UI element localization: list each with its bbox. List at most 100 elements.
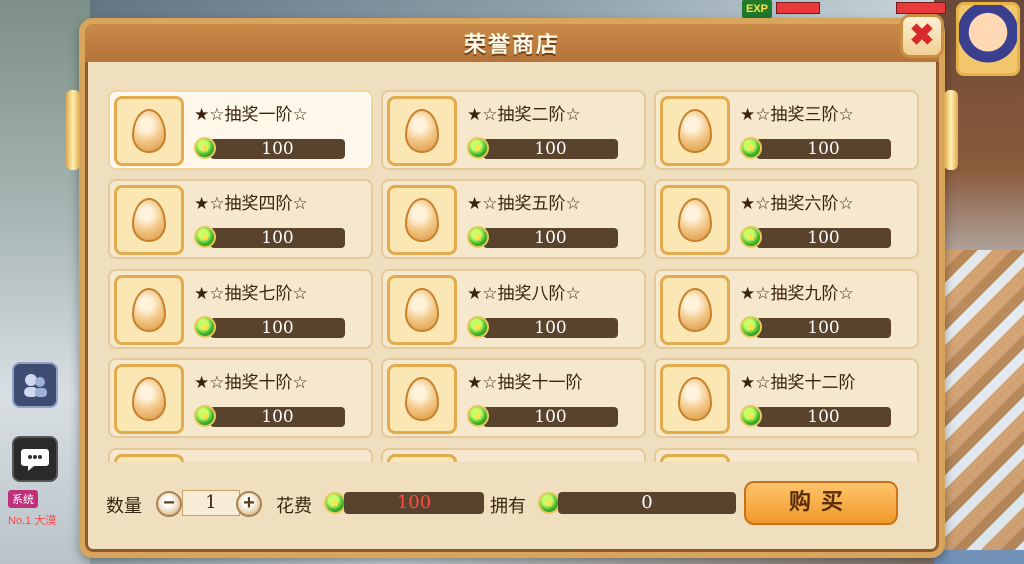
item-price: 100: [483, 228, 618, 248]
honor-gem-icon: ★: [740, 405, 762, 427]
increase-button[interactable]: +: [236, 491, 262, 517]
shop-item[interactable]: ★☆抽奖五阶☆ 100 ★: [381, 179, 646, 259]
item-price: 100: [483, 318, 618, 338]
item-name: ★☆抽奖六阶☆: [740, 194, 854, 214]
friends-button[interactable]: [12, 362, 58, 408]
item-thumbnail: [114, 364, 184, 434]
item-grid: ★☆抽奖一阶☆ 100 ★ ★☆抽奖二阶☆ 100 ★ ★☆抽奖三阶☆ 100 …: [108, 90, 920, 462]
egg-icon: [132, 109, 166, 153]
item-name: ★☆抽奖五阶☆: [467, 194, 581, 214]
honor-gem-icon: ★: [467, 226, 489, 248]
owned-label: 拥有: [490, 496, 526, 517]
item-thumbnail: [114, 275, 184, 345]
item-name: ★☆抽奖一阶☆: [194, 105, 308, 125]
honor-gem-icon: ★: [324, 492, 346, 514]
item-thumbnail: [387, 96, 457, 166]
item-thumbnail: [387, 185, 457, 255]
item-thumbnail: [114, 454, 184, 462]
item-name: ★☆抽奖九阶☆: [740, 284, 854, 304]
honor-gem-icon: ★: [194, 405, 216, 427]
shop-item[interactable]: ★☆抽奖七阶☆ 100 ★: [108, 269, 373, 349]
right-ornament: [944, 90, 958, 170]
honor-gem-icon: ★: [467, 137, 489, 159]
chat-bubble-icon: [21, 449, 49, 471]
honor-gem-icon: ★: [538, 492, 560, 514]
item-name: ★☆抽奖七阶☆: [194, 284, 308, 304]
item-name: ★☆抽奖十阶☆: [194, 373, 308, 393]
item-thumbnail: [387, 364, 457, 434]
background-roof: [944, 250, 1024, 550]
exp-badge: EXP: [742, 0, 772, 18]
shop-item[interactable]: ★☆抽奖八阶☆ 100 ★: [381, 269, 646, 349]
honor-gem-icon: ★: [740, 137, 762, 159]
shop-item[interactable]: [108, 448, 373, 462]
item-price: 100: [210, 318, 345, 338]
item-name: ★☆抽奖四阶☆: [194, 194, 308, 214]
item-thumbnail: [660, 185, 730, 255]
egg-icon: [678, 109, 712, 153]
decrease-button[interactable]: −: [156, 491, 182, 517]
egg-icon: [132, 198, 166, 242]
item-price: 100: [210, 228, 345, 248]
item-price: 100: [483, 407, 618, 427]
egg-icon: [132, 377, 166, 421]
egg-icon: [405, 288, 439, 332]
egg-icon: [405, 198, 439, 242]
egg-icon: [678, 288, 712, 332]
shop-item[interactable]: ★☆抽奖四阶☆ 100 ★: [108, 179, 373, 259]
item-name: ★☆抽奖三阶☆: [740, 105, 854, 125]
chat-button[interactable]: [12, 436, 58, 482]
shop-item[interactable]: ★☆抽奖二阶☆ 100 ★: [381, 90, 646, 170]
close-icon: ✖: [909, 19, 935, 52]
item-thumbnail: [660, 454, 730, 462]
item-thumbnail: [387, 275, 457, 345]
owned-value: 0: [558, 492, 736, 514]
item-price: 100: [210, 139, 345, 159]
shop-item[interactable]: [381, 448, 646, 462]
left-ornament: [66, 90, 80, 170]
egg-icon: [132, 288, 166, 332]
rank-text: No.1 大漠: [8, 515, 57, 527]
close-button[interactable]: ✖: [900, 14, 944, 58]
item-price: 100: [210, 407, 345, 427]
item-name: ★☆抽奖十二阶: [740, 373, 856, 393]
shop-item[interactable]: ★☆抽奖一阶☆ 100 ★: [108, 90, 373, 170]
item-price: 100: [756, 228, 891, 248]
buy-button[interactable]: 购买: [744, 481, 898, 525]
honor-gem-icon: ★: [740, 226, 762, 248]
honor-gem-icon: ★: [467, 316, 489, 338]
item-thumbnail: [660, 364, 730, 434]
honor-gem-icon: ★: [194, 316, 216, 338]
item-thumbnail: [660, 275, 730, 345]
item-name: ★☆抽奖二阶☆: [467, 105, 581, 125]
quantity-label: 数量: [106, 496, 142, 517]
item-thumbnail: [660, 96, 730, 166]
hp-bar: [776, 2, 820, 14]
item-price: 100: [756, 139, 891, 159]
item-thumbnail: [387, 454, 457, 462]
shop-item[interactable]: ★☆抽奖九阶☆ 100 ★: [654, 269, 919, 349]
system-tag: 系统: [8, 490, 38, 508]
item-thumbnail: [114, 96, 184, 166]
shop-item[interactable]: ★☆抽奖十一阶 100 ★: [381, 358, 646, 438]
cost-value: 100: [344, 492, 484, 514]
player-avatar[interactable]: [956, 2, 1020, 76]
item-name: ★☆抽奖十一阶: [467, 373, 583, 393]
quantity-input[interactable]: 1: [182, 490, 240, 516]
egg-icon: [405, 109, 439, 153]
item-price: 100: [483, 139, 618, 159]
item-price: 100: [756, 407, 891, 427]
item-name: ★☆抽奖八阶☆: [467, 284, 581, 304]
page-title: 荣誉商店: [463, 33, 560, 58]
shop-item[interactable]: ★☆抽奖三阶☆ 100 ★: [654, 90, 919, 170]
shop-item[interactable]: [654, 448, 919, 462]
shop-item[interactable]: ★☆抽奖十二阶 100 ★: [654, 358, 919, 438]
shop-item[interactable]: ★☆抽奖十阶☆ 100 ★: [108, 358, 373, 438]
item-thumbnail: [114, 185, 184, 255]
egg-icon: [678, 377, 712, 421]
egg-icon: [678, 198, 712, 242]
shop-item[interactable]: ★☆抽奖六阶☆ 100 ★: [654, 179, 919, 259]
honor-gem-icon: ★: [467, 405, 489, 427]
honor-gem-icon: ★: [194, 137, 216, 159]
honor-gem-icon: ★: [740, 316, 762, 338]
